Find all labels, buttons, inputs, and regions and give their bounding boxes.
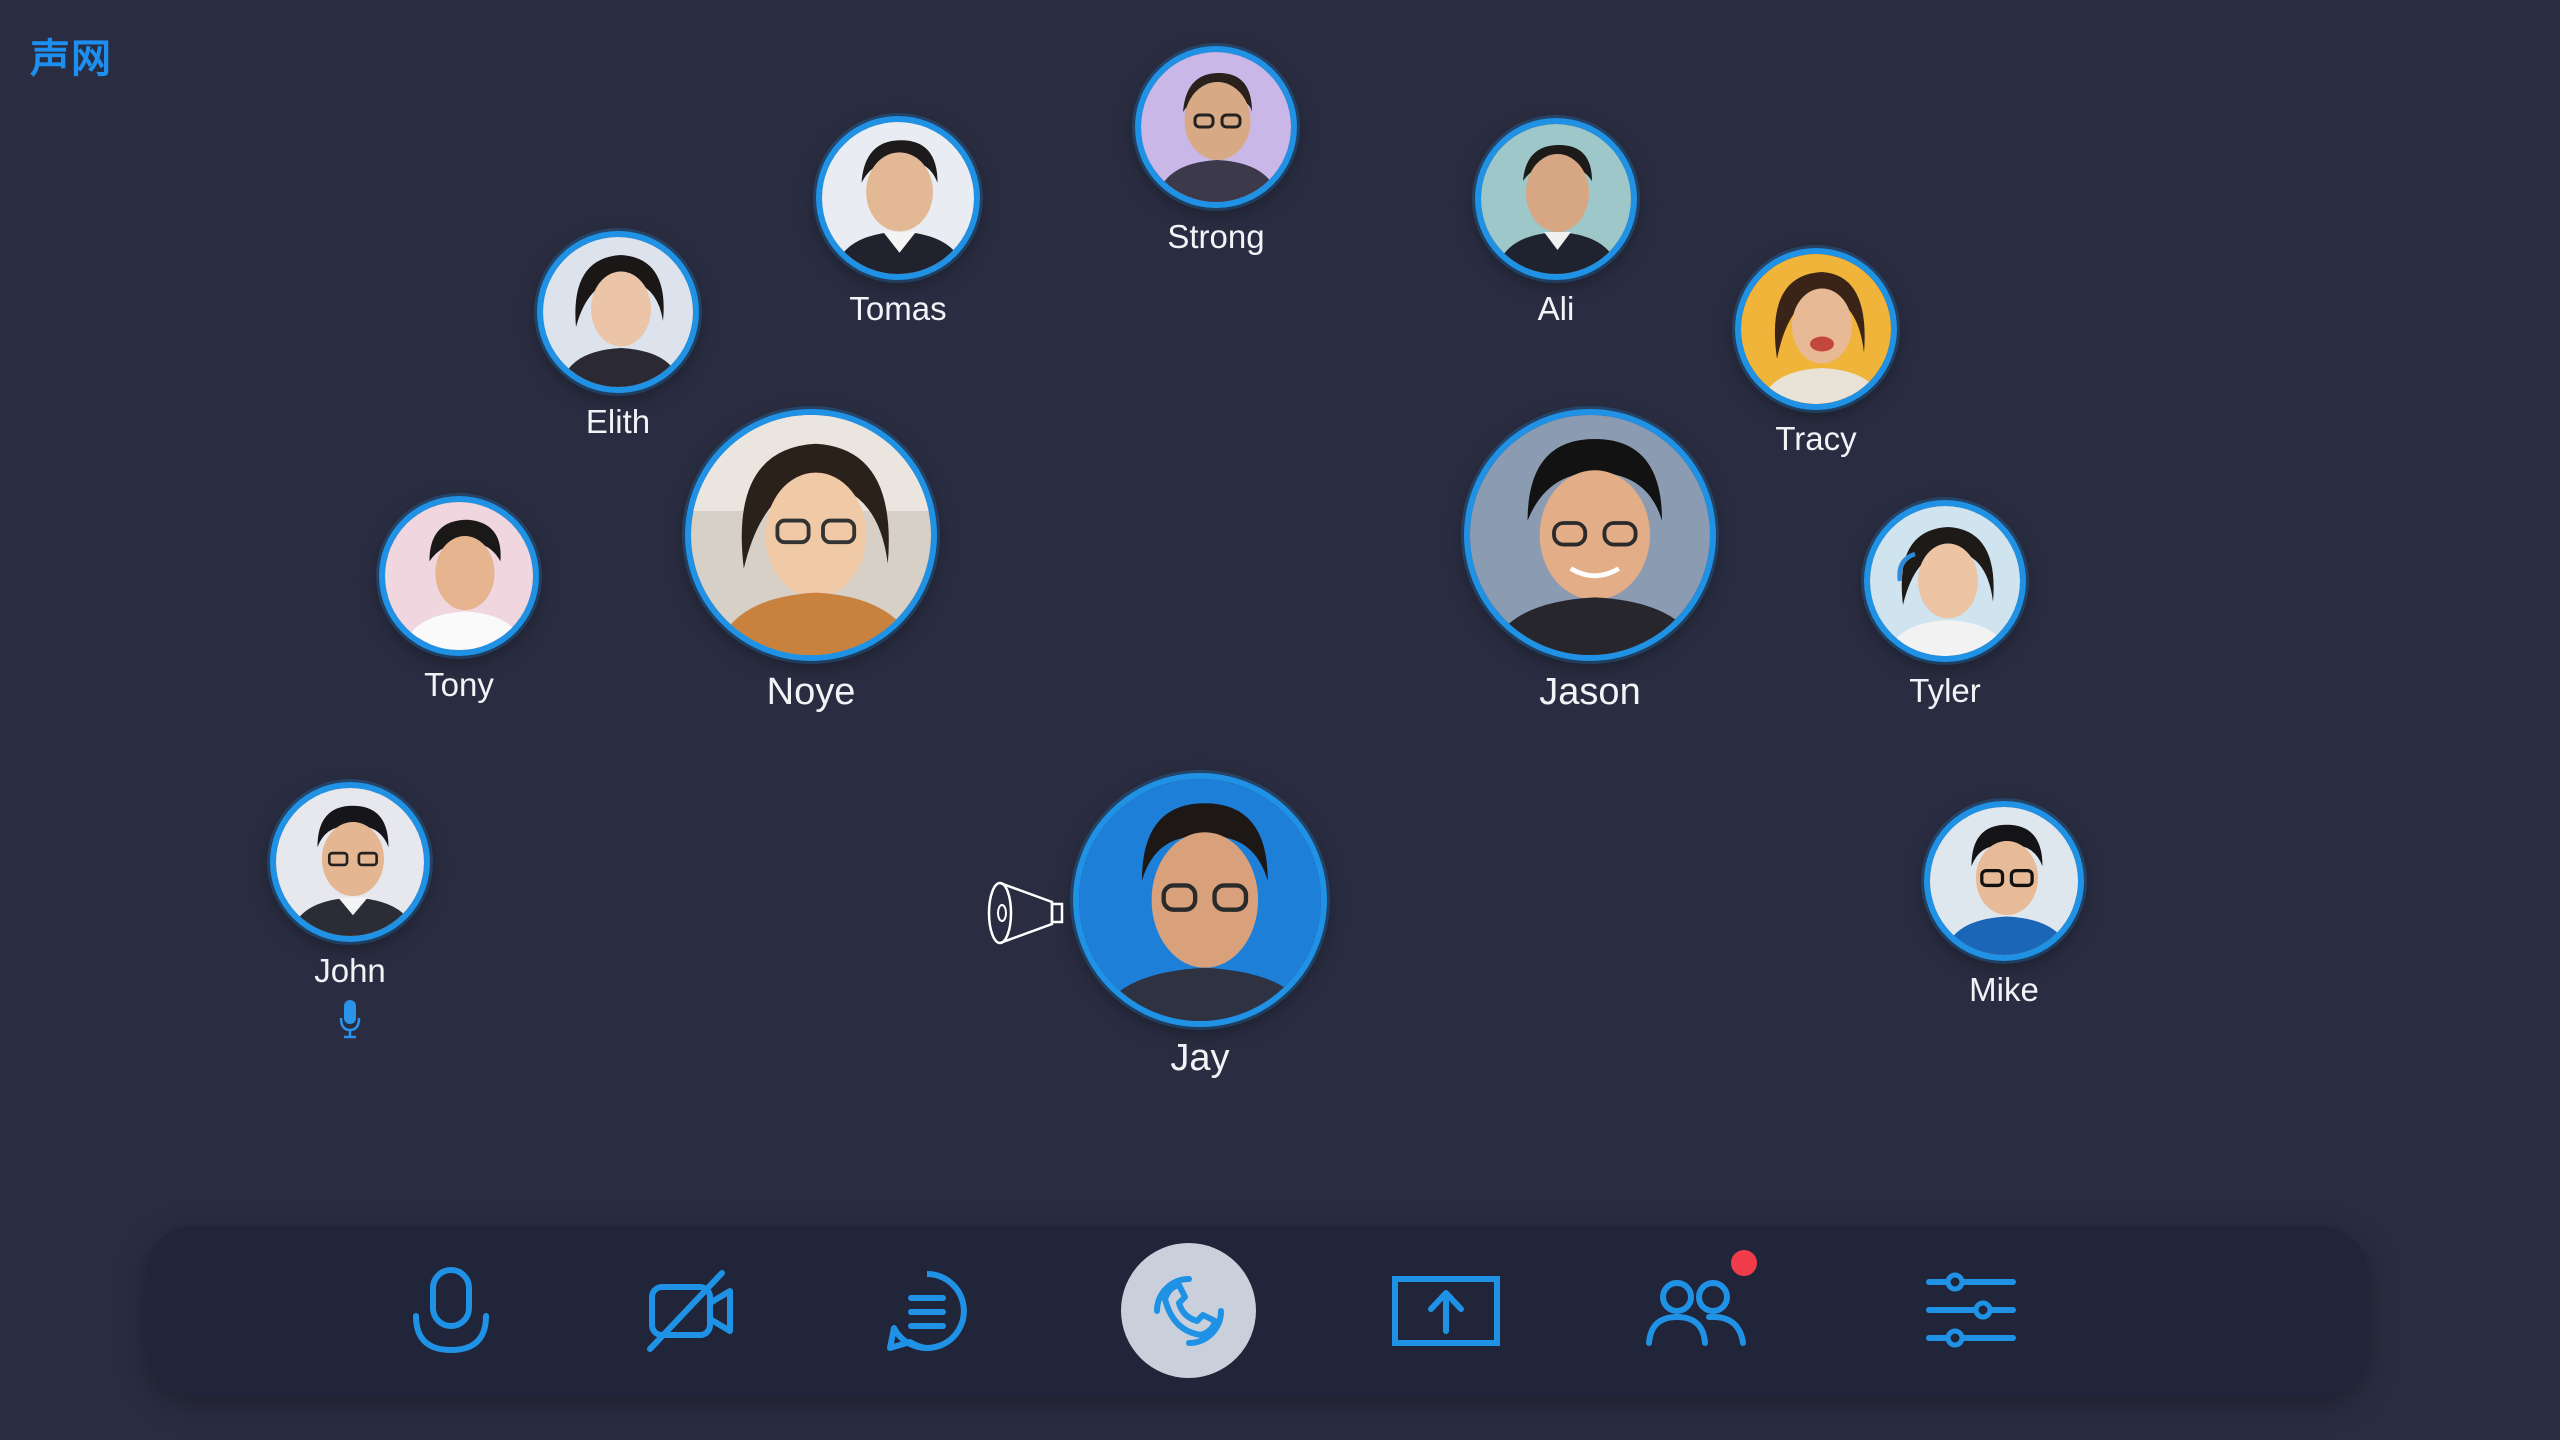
avatar: [1464, 409, 1716, 661]
bottom-toolbar: [146, 1226, 2368, 1396]
participant-name: Jason: [1539, 671, 1641, 713]
avatar: [1924, 801, 2084, 961]
avatar: [1864, 500, 2026, 662]
camera-toggle-button[interactable]: [636, 1226, 746, 1396]
share-screen-icon: [1392, 1276, 1500, 1346]
avatar: [537, 231, 699, 393]
chat-icon: [887, 1271, 967, 1351]
avatar: [685, 409, 937, 661]
participant-tony[interactable]: Tony: [379, 496, 539, 704]
participant-name: Strong: [1167, 218, 1265, 255]
participants-icon: [1646, 1280, 1746, 1346]
avatar: [1073, 773, 1327, 1027]
participant-john[interactable]: John: [270, 782, 430, 1045]
participant-name: John: [314, 952, 386, 989]
participant-name: Jay: [1170, 1037, 1230, 1079]
speaking-mic-icon: [338, 998, 362, 1045]
participant-jason[interactable]: Jason: [1464, 409, 1716, 714]
chat-button[interactable]: [872, 1226, 982, 1396]
avatar: [1135, 46, 1297, 208]
avatar: [1735, 248, 1897, 410]
participant-name: Tracy: [1775, 420, 1857, 457]
participant-name: Ali: [1537, 290, 1575, 327]
participant-tracy[interactable]: Tracy: [1735, 248, 1897, 458]
notification-badge: [1731, 1250, 1757, 1276]
microphone-button[interactable]: [396, 1226, 506, 1396]
participant-tyler[interactable]: Tyler: [1864, 500, 2026, 710]
share-screen-button[interactable]: [1386, 1226, 1506, 1396]
participant-name: Tony: [424, 666, 494, 703]
participants-button[interactable]: [1636, 1226, 1757, 1396]
participant-ali[interactable]: Ali: [1475, 118, 1637, 328]
participant-mike[interactable]: Mike: [1924, 801, 2084, 1009]
participant-name: Elith: [585, 403, 651, 440]
participant-noye[interactable]: Noye: [685, 409, 937, 714]
call-button[interactable]: [1121, 1243, 1256, 1378]
sliders-icon: [1926, 1272, 2016, 1348]
speaker-direction-icon[interactable]: [986, 878, 1066, 953]
avatar: [1475, 118, 1637, 280]
microphone-icon: [413, 1267, 489, 1354]
participant-elith[interactable]: Elith: [537, 231, 699, 441]
participant-name: Noye: [766, 671, 856, 713]
avatar: [379, 496, 539, 656]
participant-jay[interactable]: Jay: [1073, 773, 1327, 1080]
settings-button[interactable]: [1916, 1226, 2026, 1396]
app-logo: 声网: [30, 36, 112, 82]
participant-strong[interactable]: Strong: [1135, 46, 1297, 256]
participant-name: Tomas: [849, 290, 947, 327]
camera-off-icon: [647, 1270, 733, 1352]
participant-tomas[interactable]: Tomas: [816, 116, 980, 328]
avatar: [816, 116, 980, 280]
participant-name: Tyler: [1909, 672, 1981, 709]
call-icon: [1153, 1275, 1224, 1346]
avatar: [270, 782, 430, 942]
participant-name: Mike: [1969, 971, 2039, 1008]
